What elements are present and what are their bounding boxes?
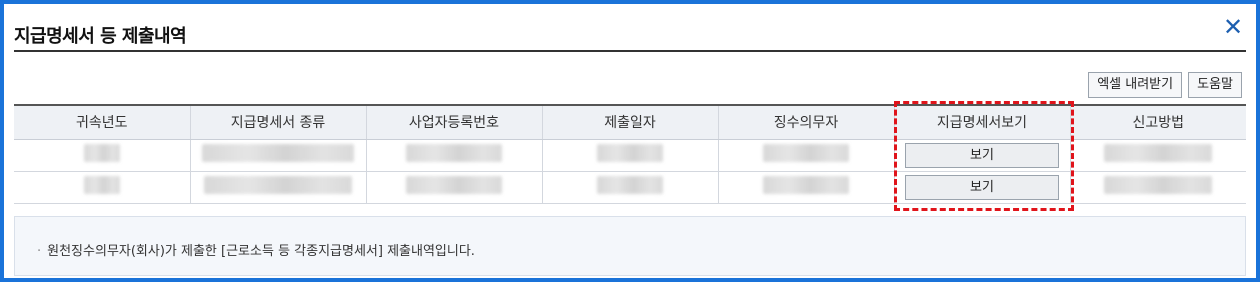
dialog-title: 지급명세서 등 제출내역 bbox=[14, 26, 187, 47]
view-button[interactable]: 보기 bbox=[905, 174, 1059, 200]
header-statement-type: 지급명세서 종류 bbox=[189, 104, 366, 140]
redacted-cell bbox=[541, 139, 718, 172]
help-button[interactable]: 도움말 bbox=[1188, 72, 1242, 98]
notice-text: · 원천징수의무자(회사)가 제출한 [근로소득 등 각종지급명세서] 제출내역입… bbox=[37, 240, 475, 259]
redacted-cell bbox=[189, 171, 366, 204]
header-submit-date: 제출일자 bbox=[541, 104, 718, 140]
redacted-cell bbox=[717, 139, 894, 172]
notice-box: · 원천징수의무자(회사)가 제출한 [근로소득 등 각종지급명세서] 제출내역입… bbox=[14, 216, 1246, 276]
toolbar: 엑셀 내려받기 도움말 bbox=[1088, 72, 1242, 98]
header-filing-method: 신고방법 bbox=[1069, 104, 1246, 140]
view-cell: 보기 bbox=[893, 171, 1070, 204]
redacted-cell bbox=[365, 139, 542, 172]
submission-table: 귀속년도 지급명세서 종류 사업자등록번호 제출일자 징수의무자 지급명세서보기… bbox=[14, 104, 1246, 204]
redacted-cell bbox=[1069, 139, 1246, 172]
view-cell: 보기 bbox=[893, 139, 1070, 172]
close-icon[interactable]: ✕ bbox=[1222, 15, 1244, 39]
table-row: 보기 bbox=[14, 171, 1246, 204]
redacted-cell bbox=[189, 139, 366, 172]
header-view-statement: 지급명세서보기 bbox=[893, 104, 1070, 140]
header-attribution-year: 귀속년도 bbox=[14, 104, 190, 140]
table-header-row: 귀속년도 지급명세서 종류 사업자등록번호 제출일자 징수의무자 지급명세서보기… bbox=[14, 104, 1246, 140]
redacted-cell bbox=[14, 171, 190, 204]
redacted-cell bbox=[717, 171, 894, 204]
bullet-icon: · bbox=[37, 244, 42, 259]
redacted-cell bbox=[541, 171, 718, 204]
header-business-number: 사업자등록번호 bbox=[365, 104, 542, 140]
submission-history-dialog: 지급명세서 등 제출내역 ✕ 엑셀 내려받기 도움말 귀속년도 지급명세서 종류… bbox=[0, 0, 1260, 282]
notice-message: 원천징수의무자(회사)가 제출한 [근로소득 등 각종지급명세서] 제출내역입니… bbox=[47, 244, 475, 259]
view-button[interactable]: 보기 bbox=[905, 142, 1059, 168]
title-divider bbox=[14, 50, 1246, 52]
header-withholding-agent: 징수의무자 bbox=[717, 104, 894, 140]
redacted-cell bbox=[14, 139, 190, 172]
table-row: 보기 bbox=[14, 139, 1246, 172]
redacted-cell bbox=[1069, 171, 1246, 204]
excel-download-button[interactable]: 엑셀 내려받기 bbox=[1088, 72, 1183, 98]
redacted-cell bbox=[365, 171, 542, 204]
